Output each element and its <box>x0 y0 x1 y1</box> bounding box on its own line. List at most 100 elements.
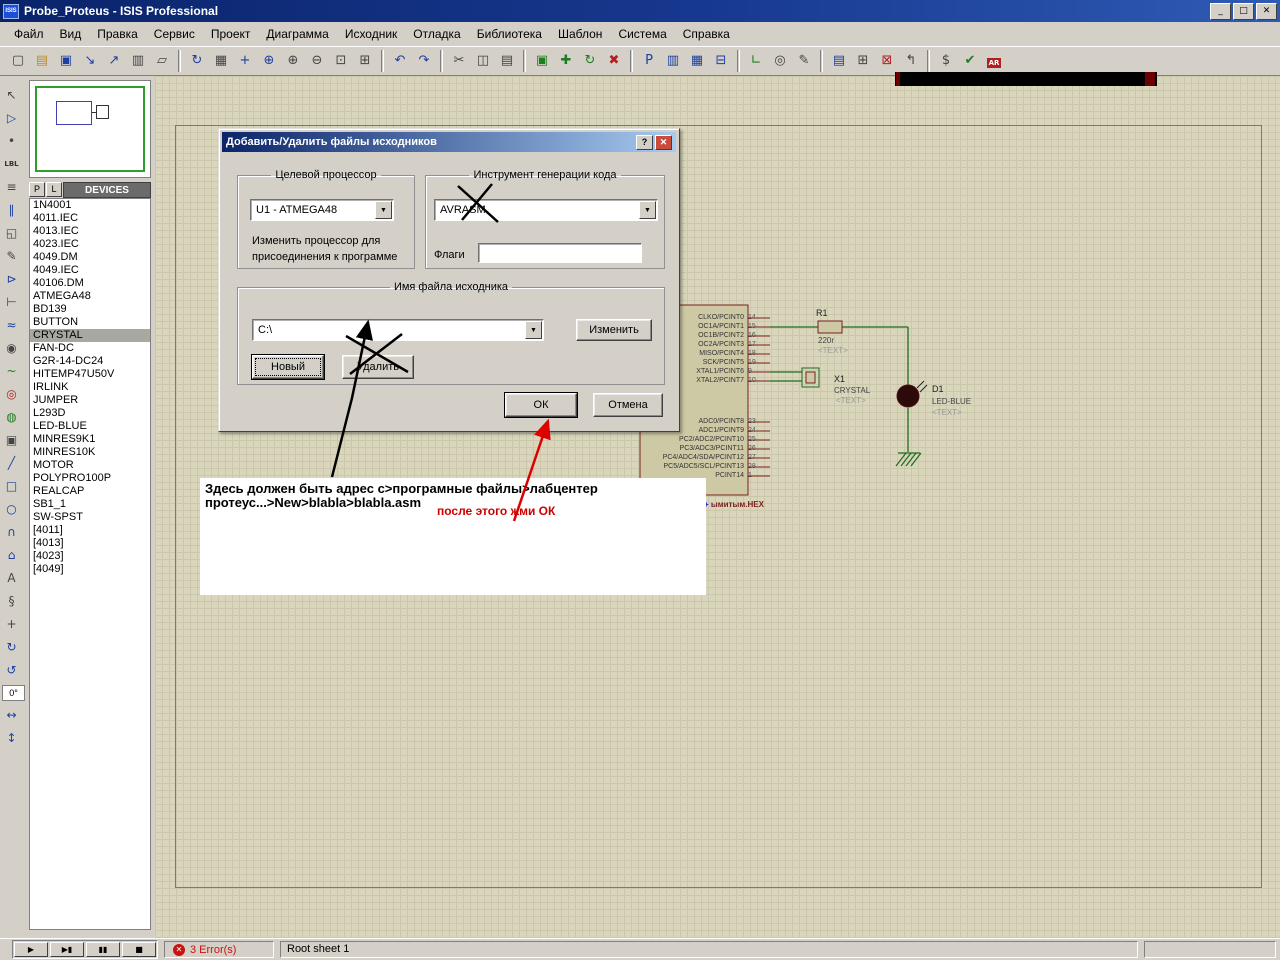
close-button[interactable]: ✕ <box>1256 3 1277 20</box>
toggle-grid-button[interactable]: ▦ <box>209 49 233 73</box>
device-list-item[interactable]: 4013.IEC <box>30 225 150 238</box>
flags-input[interactable] <box>478 243 642 263</box>
dialog-help-button[interactable]: ? <box>636 135 653 150</box>
device-list-item[interactable]: POLYPRO100P <box>30 472 150 485</box>
device-list-item[interactable]: ATMEGA48 <box>30 290 150 303</box>
virtual-instruments-button[interactable]: ▣ <box>0 429 23 450</box>
device-list-item[interactable]: BD139 <box>30 303 150 316</box>
import-section-button[interactable]: ↘ <box>78 49 102 73</box>
remove-current-sheet-button[interactable]: ⊠ <box>875 49 899 73</box>
junction-dot-button[interactable]: • <box>0 130 23 151</box>
menu-item[interactable]: Вид <box>52 24 90 44</box>
search-and-tag-button[interactable]: ◎ <box>768 49 792 73</box>
block-copy-button[interactable]: ▣ <box>530 49 554 73</box>
electrical-rule-check-button[interactable]: ✔ <box>958 49 982 73</box>
device-list-item[interactable]: 4023.IEC <box>30 238 150 251</box>
device-list-item[interactable]: 40106.DM <box>30 277 150 290</box>
rotate-clockwise-button[interactable]: ↻ <box>0 636 23 657</box>
source-file-combo[interactable]: C:\ ▼ <box>252 319 544 341</box>
target-processor-combo[interactable]: U1 - ATMEGA48 ▼ <box>250 199 394 221</box>
print-button[interactable]: ▥ <box>126 49 150 73</box>
device-list-item[interactable]: MINRES9K1 <box>30 433 150 446</box>
device-list-item[interactable]: MOTOR <box>30 459 150 472</box>
redraw-button[interactable]: ↻ <box>185 49 209 73</box>
design-explorer-button[interactable]: ▤ <box>827 49 851 73</box>
2d-path-button[interactable]: ⌂ <box>0 544 23 565</box>
menu-item[interactable]: Исходник <box>337 24 405 44</box>
2d-line-button[interactable]: ╱ <box>0 452 23 473</box>
export-section-button[interactable]: ↗ <box>102 49 126 73</box>
exit-to-parent-button[interactable]: ↰ <box>899 49 923 73</box>
ok-button[interactable]: ОК <box>505 393 577 417</box>
device-list-item[interactable]: 1N4001 <box>30 199 150 212</box>
maximize-button[interactable]: □ <box>1233 3 1254 20</box>
open-design-button[interactable]: ▤ <box>30 49 54 73</box>
property-assignment-button[interactable]: ✎ <box>792 49 816 73</box>
y-mirror-button[interactable]: ↕ <box>0 727 23 748</box>
menu-item[interactable]: Отладка <box>405 24 468 44</box>
zoom-in-button[interactable]: ⊕ <box>281 49 305 73</box>
save-design-button[interactable]: ▣ <box>54 49 78 73</box>
device-list-item[interactable]: MINRES10K <box>30 446 150 459</box>
device-list-item[interactable]: [4049] <box>30 563 150 576</box>
simulation-log-panel[interactable]: ✕ 3 Error(s) <box>164 941 274 958</box>
redo-button[interactable]: ↷ <box>412 49 436 73</box>
menu-item[interactable]: Проект <box>203 24 259 44</box>
delete-button[interactable]: Удалить <box>342 355 414 379</box>
device-list-item[interactable]: IRLINK <box>30 381 150 394</box>
cancel-button[interactable]: Отмена <box>593 393 663 417</box>
block-delete-button[interactable]: ✖ <box>602 49 626 73</box>
step-button[interactable]: ▶▮ <box>50 942 84 957</box>
device-list-item[interactable]: [4013] <box>30 537 150 550</box>
instant-edit-button[interactable]: ✎ <box>0 245 23 266</box>
wire-label-button[interactable]: LBL <box>0 153 23 174</box>
packaging-tool-button[interactable]: ▦ <box>685 49 709 73</box>
menu-item[interactable]: Библиотека <box>469 24 550 44</box>
undo-button[interactable]: ↶ <box>388 49 412 73</box>
graph-button[interactable]: ≈ <box>0 314 23 335</box>
window-titlebar[interactable]: ISIS Probe_Proteus - ISIS Professional _… <box>0 0 1280 22</box>
wire-autorouter-button[interactable]: ∟ <box>744 49 768 73</box>
subcircuit-button[interactable]: ◱ <box>0 222 23 243</box>
menu-item[interactable]: Диаграмма <box>258 24 336 44</box>
mark-output-area-button[interactable]: ▱ <box>150 49 174 73</box>
dialog-titlebar[interactable]: Добавить/Удалить файлы исходников ? ✕ <box>222 132 676 152</box>
generator-button[interactable]: ~ <box>0 360 23 381</box>
selection-button[interactable]: ↖ <box>0 84 23 105</box>
tape-recorder-button[interactable]: ◉ <box>0 337 23 358</box>
menu-item[interactable]: Справка <box>675 24 738 44</box>
schematic-overview[interactable] <box>29 80 151 178</box>
device-list-item[interactable]: FAN-DC <box>30 342 150 355</box>
menu-item[interactable]: Система <box>610 24 674 44</box>
2d-circle-button[interactable]: ○ <box>0 498 23 519</box>
dialog-close-button[interactable]: ✕ <box>655 135 672 150</box>
2d-symbols-button[interactable]: § <box>0 590 23 611</box>
new-button[interactable]: Новый <box>252 355 324 379</box>
device-list-item[interactable]: LED-BLUE <box>30 420 150 433</box>
x-mirror-button[interactable]: ↔ <box>0 704 23 725</box>
cut-button[interactable]: ✂ <box>447 49 471 73</box>
device-list-item[interactable]: 4049.DM <box>30 251 150 264</box>
menu-item[interactable]: Файл <box>6 24 52 44</box>
device-list-item[interactable]: [4011] <box>30 524 150 537</box>
play-button[interactable]: ▶ <box>14 942 48 957</box>
device-list-item[interactable]: SB1_1 <box>30 498 150 511</box>
zoom-whole-sheet-button[interactable]: ⊞ <box>353 49 377 73</box>
false-origin-button[interactable]: + <box>233 49 257 73</box>
minimize-button[interactable]: _ <box>1210 3 1231 20</box>
text-script-button[interactable]: ≡ <box>0 176 23 197</box>
device-list-item[interactable]: G2R-14-DC24 <box>30 355 150 368</box>
make-device-button[interactable]: ▥ <box>661 49 685 73</box>
2d-arc-button[interactable]: ∩ <box>0 521 23 542</box>
block-move-button[interactable]: ✚ <box>554 49 578 73</box>
2d-markers-button[interactable]: + <box>0 613 23 634</box>
pause-button[interactable]: ▮▮ <box>86 942 120 957</box>
device-list-item[interactable]: [4023] <box>30 550 150 563</box>
netlist-to-ares-button[interactable]: AR <box>982 49 1006 73</box>
bill-of-materials-button[interactable]: $ <box>934 49 958 73</box>
inter-sheet-terminal-button[interactable]: ⊳ <box>0 268 23 289</box>
pick-parts-button[interactable]: P <box>29 182 45 197</box>
chevron-down-icon[interactable]: ▼ <box>525 321 542 339</box>
copy-button[interactable]: ◫ <box>471 49 495 73</box>
menu-item[interactable]: Шаблон <box>550 24 610 44</box>
